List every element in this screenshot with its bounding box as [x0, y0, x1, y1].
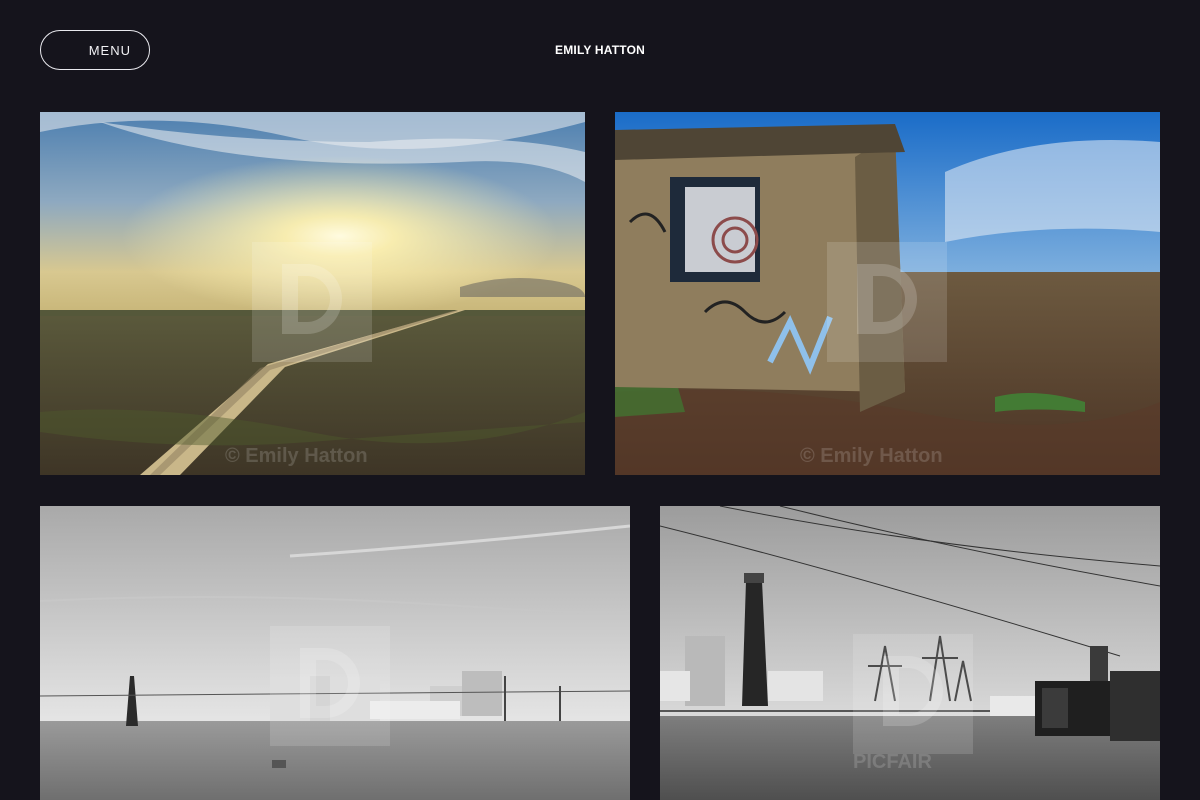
watermark-text: PICFAIR — [853, 751, 932, 773]
site-title[interactable]: EMILY HATTON — [0, 43, 1200, 57]
watermark-logo-icon — [827, 242, 947, 362]
watermark-logo-icon — [270, 626, 390, 746]
gallery-photo-lighthouse-pylons[interactable]: PICFAIR — [660, 506, 1160, 800]
gallery-photo-shingle-landscape[interactable] — [40, 506, 630, 800]
watermark-text: © Emily Hatton — [800, 445, 943, 467]
watermark-text: © Emily Hatton — [225, 445, 368, 467]
gallery-photo-boardwalk[interactable]: © Emily Hatton — [40, 112, 585, 475]
watermark-logo-icon — [853, 634, 973, 754]
site-header: MENU EMILY HATTON — [0, 0, 1200, 100]
watermark-logo-icon — [252, 242, 372, 362]
gallery-photo-graffiti-ruin[interactable]: © Emily Hatton — [615, 112, 1160, 475]
